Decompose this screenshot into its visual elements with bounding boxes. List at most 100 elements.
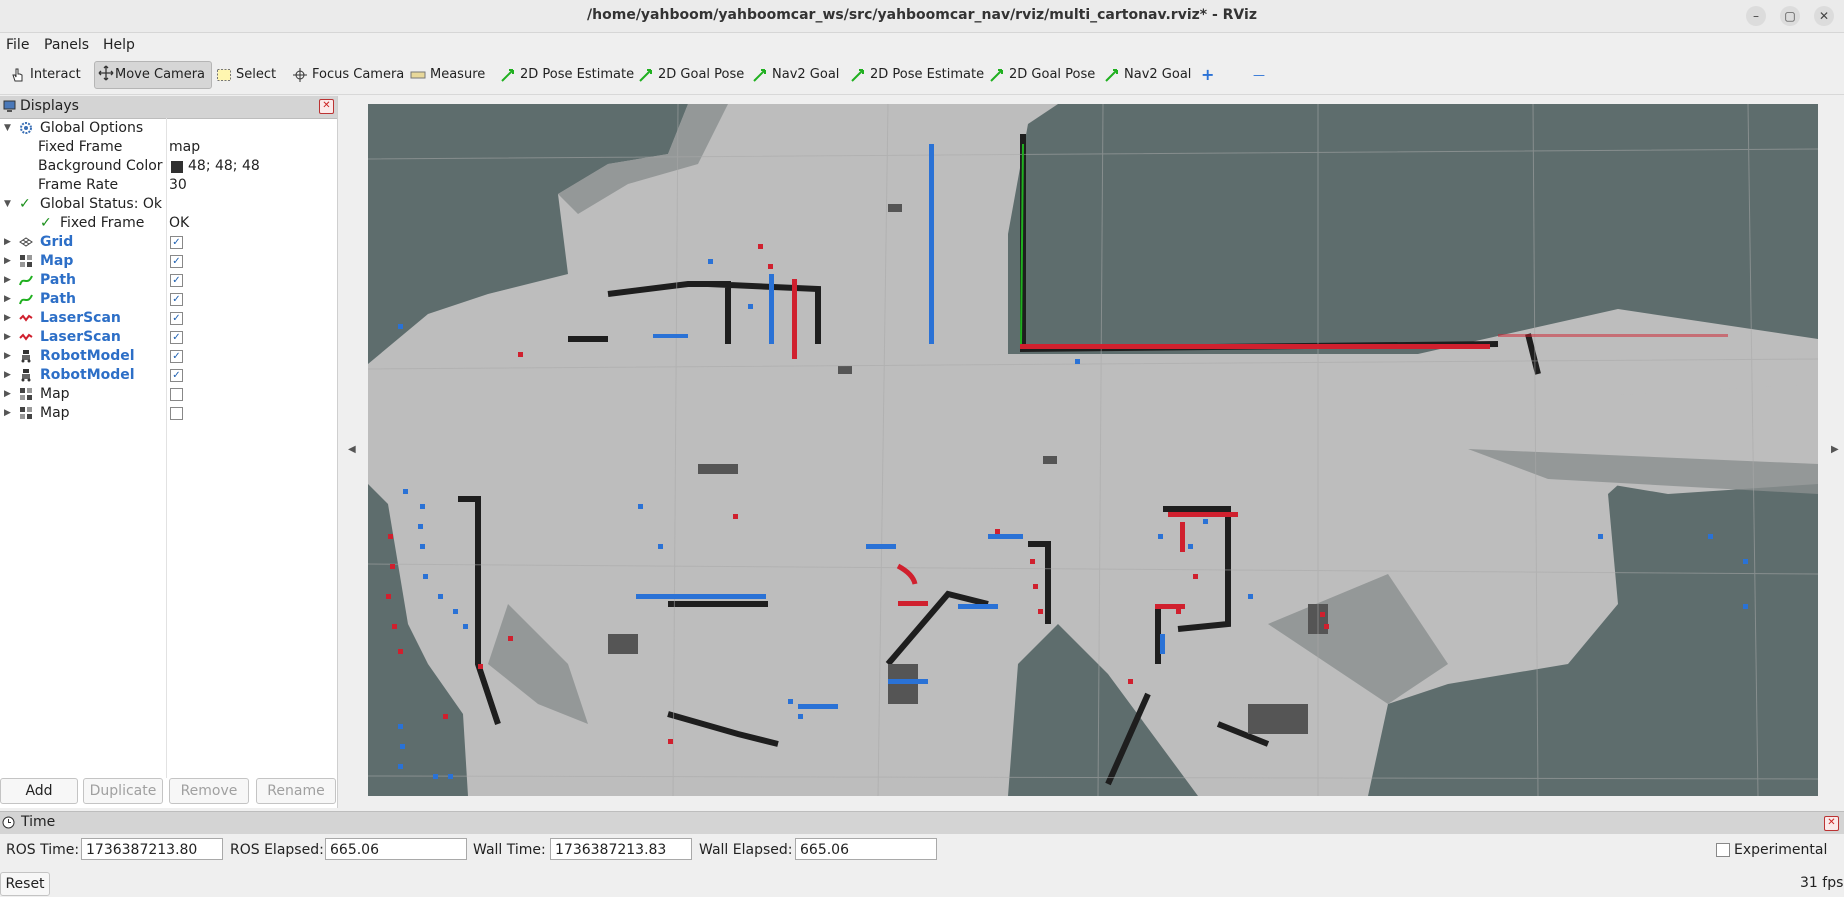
frame-rate-value[interactable]: 30: [169, 176, 187, 195]
frame-rate-label: Frame Rate: [38, 177, 119, 193]
display-item-map[interactable]: ▶ Map: [0, 385, 337, 404]
global-status-label: Global Status: Ok: [40, 196, 163, 212]
tool-2d-goal-pose-2[interactable]: 2D Goal Pose: [989, 64, 1095, 86]
collapse-arrow-icon[interactable]: ▼: [4, 195, 11, 214]
display-checkbox[interactable]: ✓: [170, 369, 183, 382]
display-item-laserscan[interactable]: ▶ LaserScan ✓: [0, 309, 337, 328]
display-item-robotmodel[interactable]: ▶ RobotModel ✓: [0, 366, 337, 385]
display-checkbox[interactable]: ✓: [170, 255, 183, 268]
expand-arrow-icon[interactable]: ▶: [4, 290, 11, 309]
display-item-map[interactable]: ▶ Map ✓: [0, 252, 337, 271]
tree-frame-rate[interactable]: Frame Rate 30: [0, 176, 337, 195]
display-item-label: LaserScan: [40, 310, 121, 326]
displays-panel-header: Displays ✕: [0, 96, 337, 119]
tool-measure[interactable]: Measure: [410, 64, 485, 86]
menu-panels[interactable]: Panels: [44, 37, 89, 53]
display-item-label: Map: [40, 405, 70, 421]
display-item-label: Path: [40, 291, 76, 307]
expand-arrow-icon[interactable]: ▶: [4, 366, 11, 385]
display-item-laserscan[interactable]: ▶ LaserScan ✓: [0, 328, 337, 347]
expand-arrow-icon[interactable]: ▶: [4, 309, 11, 328]
tool-move-camera[interactable]: Move Camera: [94, 61, 213, 89]
display-checkbox[interactable]: [170, 407, 183, 420]
color-swatch[interactable]: [171, 161, 183, 173]
render-viewport[interactable]: [368, 104, 1818, 796]
tool-nav2-goal-2[interactable]: Nav2 Goal: [1104, 64, 1191, 86]
minimize-button[interactable]: –: [1746, 6, 1766, 26]
tree-status-fixed-frame[interactable]: ✓ Fixed Frame OK: [0, 214, 337, 233]
tool-nav2-goal[interactable]: Nav2 Goal: [752, 64, 839, 86]
display-checkbox[interactable]: ✓: [170, 312, 183, 325]
menu-help[interactable]: Help: [103, 37, 135, 53]
display-item-path[interactable]: ▶ Path ✓: [0, 271, 337, 290]
displays-panel-title: Displays: [20, 98, 79, 114]
display-checkbox[interactable]: [170, 388, 183, 401]
display-item-grid[interactable]: ▶ Grid ✓: [0, 233, 337, 252]
focus-crosshair-icon: [293, 68, 307, 82]
remove-tool-button[interactable]: —: [1253, 64, 1265, 86]
display-checkbox[interactable]: ✓: [170, 293, 183, 306]
add-display-button[interactable]: Add: [0, 778, 78, 804]
display-item-map[interactable]: ▶ Map: [0, 404, 337, 423]
tree-background-color[interactable]: Background Color 48; 48; 48: [0, 157, 337, 176]
background-color-value[interactable]: 48; 48; 48: [188, 157, 260, 176]
experimental-checkbox[interactable]: [1716, 843, 1730, 857]
status-fixed-frame-value: OK: [169, 215, 190, 231]
bottom-bar: Reset 31 fps: [0, 866, 1844, 897]
close-time-panel-button[interactable]: ✕: [1824, 816, 1839, 831]
map-icon: [20, 407, 32, 419]
tool-interact-label: Interact: [30, 67, 81, 82]
remove-display-button[interactable]: Remove: [169, 778, 249, 804]
tool-2d-pose-estimate[interactable]: 2D Pose Estimate: [500, 64, 634, 86]
laserscan-icon: [19, 333, 33, 341]
reset-button[interactable]: Reset: [0, 872, 50, 896]
display-checkbox[interactable]: ✓: [170, 350, 183, 363]
display-checkbox[interactable]: ✓: [170, 274, 183, 287]
expand-arrow-icon[interactable]: ▶: [4, 252, 11, 271]
rename-display-button[interactable]: Rename: [256, 778, 336, 804]
tool-interact[interactable]: Interact: [10, 64, 81, 86]
tool-2d-pose-estimate-2[interactable]: 2D Pose Estimate: [850, 64, 984, 86]
duplicate-display-button[interactable]: Duplicate: [83, 778, 163, 804]
close-window-button[interactable]: ✕: [1814, 6, 1834, 26]
collapse-left-panel-arrow-icon[interactable]: ◀: [348, 444, 356, 455]
wall-elapsed-field[interactable]: 665.06: [795, 838, 937, 860]
ros-time-field[interactable]: 1736387213.80: [81, 838, 223, 860]
display-item-label: RobotModel: [40, 348, 135, 364]
expand-arrow-icon[interactable]: ▶: [4, 328, 11, 347]
menu-file[interactable]: File: [6, 37, 29, 53]
tool-select[interactable]: Select: [216, 64, 276, 86]
display-item-label: Grid: [40, 234, 74, 250]
display-checkbox[interactable]: ✓: [170, 236, 183, 249]
hand-pointer-icon: [12, 68, 23, 82]
display-item-path[interactable]: ▶ Path ✓: [0, 290, 337, 309]
add-tool-button[interactable]: +: [1201, 64, 1214, 86]
maximize-button[interactable]: ▢: [1780, 6, 1800, 26]
expand-arrow-icon[interactable]: ▶: [4, 233, 11, 252]
expand-arrow-icon[interactable]: ▶: [4, 404, 11, 423]
expand-arrow-icon[interactable]: ▶: [4, 385, 11, 404]
tree-global-status[interactable]: ▼ ✓ Global Status: Ok: [0, 195, 337, 214]
fixed-frame-value[interactable]: map: [169, 138, 200, 157]
expand-arrow-icon[interactable]: ▶: [4, 271, 11, 290]
window-titlebar: /home/yahboom/yahboomcar_ws/src/yahboomc…: [0, 0, 1844, 33]
display-checkbox[interactable]: ✓: [170, 331, 183, 344]
expand-arrow-icon[interactable]: ▶: [4, 347, 11, 366]
green-arrow-icon: [753, 69, 766, 82]
tool-2d-goal-pose[interactable]: 2D Goal Pose: [638, 64, 744, 86]
tool-focus-camera[interactable]: Focus Camera: [292, 64, 404, 86]
collapse-arrow-icon[interactable]: ▼: [4, 119, 11, 138]
wall-time-field[interactable]: 1736387213.83: [550, 838, 692, 860]
display-item-robotmodel[interactable]: ▶ RobotModel ✓: [0, 347, 337, 366]
collapse-right-panel-arrow-icon[interactable]: ▶: [1831, 444, 1839, 455]
green-arrow-icon: [639, 69, 652, 82]
map-render[interactable]: [368, 104, 1818, 796]
grid-icon: [19, 237, 33, 247]
display-item-label: Map: [40, 386, 70, 402]
path-icon: [19, 294, 33, 305]
close-displays-panel-button[interactable]: ✕: [319, 99, 334, 114]
tree-global-options[interactable]: ▼ Global Options: [0, 119, 337, 138]
tree-fixed-frame[interactable]: Fixed Frame map: [0, 138, 337, 157]
time-values-row: ROS Time: 1736387213.80 ROS Elapsed: 665…: [0, 834, 1844, 866]
ros-elapsed-field[interactable]: 665.06: [325, 838, 467, 860]
